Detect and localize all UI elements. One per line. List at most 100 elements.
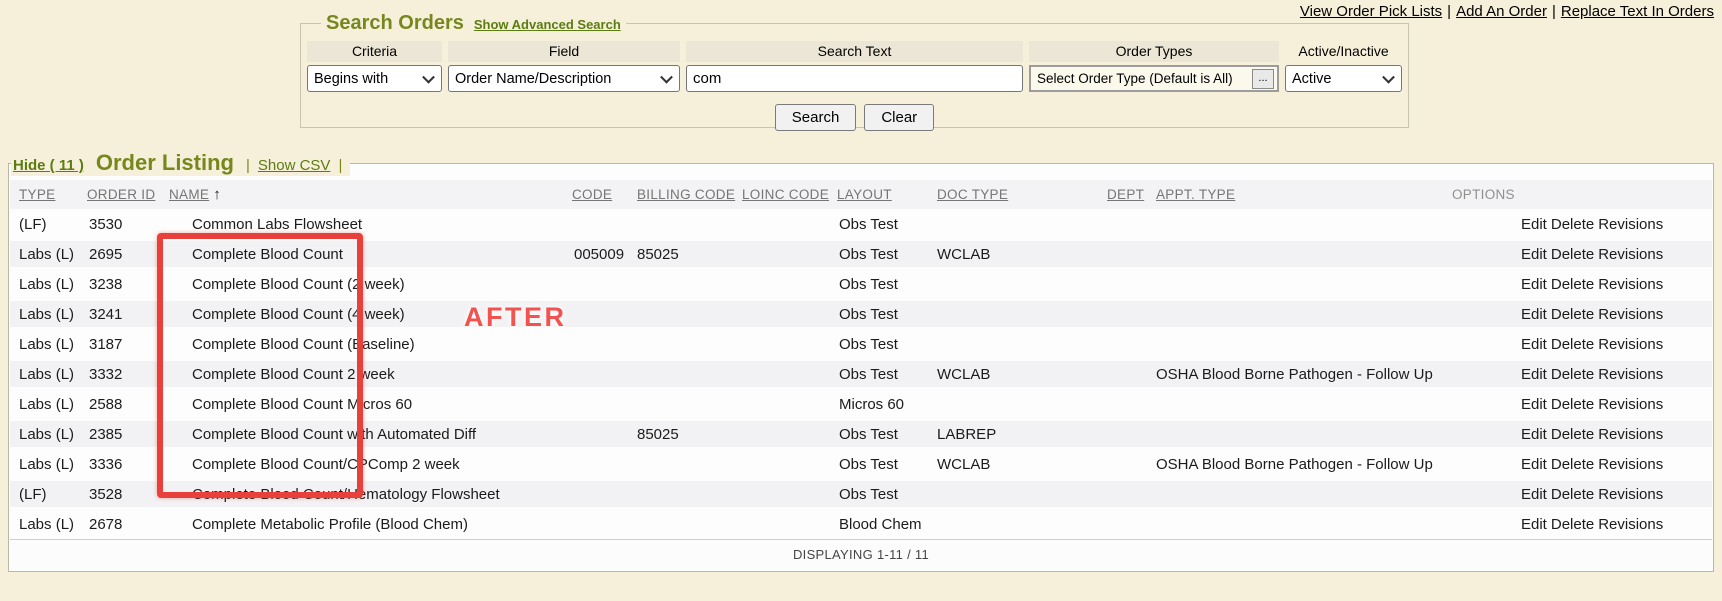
search-text-input[interactable] [686, 65, 1023, 92]
cell-layout: Obs Test [837, 449, 937, 479]
edit-link[interactable]: Edit [1521, 396, 1547, 413]
edit-link[interactable]: Edit [1521, 486, 1547, 503]
cell-name: Complete Metabolic Profile (Blood Chem) [169, 509, 572, 539]
column-header-code[interactable]: CODE [572, 180, 637, 209]
column-header-name[interactable]: NAME↑ [169, 180, 572, 209]
delete-link[interactable]: Delete [1551, 306, 1594, 323]
delete-link[interactable]: Delete [1551, 396, 1594, 413]
delete-link[interactable]: Delete [1551, 456, 1594, 473]
nav-separator: | [1447, 3, 1451, 20]
replace-text-in-orders-link[interactable]: Replace Text In Orders [1561, 3, 1714, 20]
order-types-browse-button[interactable]: ... [1252, 69, 1274, 89]
show-csv-link[interactable]: Show CSV [258, 157, 331, 174]
column-header-appt_type[interactable]: APPT. TYPE [1156, 180, 1452, 209]
column-header-label[interactable]: DOC TYPE [937, 187, 1008, 202]
column-header-label[interactable]: ORDER ID [87, 187, 155, 202]
table-row: Labs (L)3238Complete Blood Count (2 week… [10, 269, 1712, 299]
cell-type: Labs (L) [10, 299, 87, 329]
column-header-label[interactable]: APPT. TYPE [1156, 187, 1235, 202]
edit-link[interactable]: Edit [1521, 366, 1547, 383]
table-row: Labs (L)2385Complete Blood Count with Au… [10, 419, 1712, 449]
column-header-label[interactable]: LOINC CODE [742, 187, 829, 202]
revisions-link[interactable]: Revisions [1598, 456, 1663, 473]
edit-link[interactable]: Edit [1521, 336, 1547, 353]
column-header-label[interactable]: DEPT [1107, 187, 1144, 202]
delete-link[interactable]: Delete [1551, 426, 1594, 443]
cell-appt_type [1156, 419, 1452, 449]
delete-link[interactable]: Delete [1551, 216, 1594, 233]
edit-link[interactable]: Edit [1521, 306, 1547, 323]
delete-link[interactable]: Delete [1551, 516, 1594, 533]
table-row: Labs (L)3336Complete Blood Count/CPComp … [10, 449, 1712, 479]
revisions-link[interactable]: Revisions [1598, 216, 1663, 233]
revisions-link[interactable]: Revisions [1598, 336, 1663, 353]
cell-billing_code [637, 359, 742, 389]
show-advanced-search-link[interactable]: Show Advanced Search [474, 17, 621, 32]
cell-doc_type [937, 299, 1107, 329]
edit-link[interactable]: Edit [1521, 246, 1547, 263]
cell-code [572, 419, 637, 449]
delete-link[interactable]: Delete [1551, 486, 1594, 503]
column-header-label[interactable]: LAYOUT [837, 187, 892, 202]
revisions-link[interactable]: Revisions [1598, 246, 1663, 263]
cell-code [572, 449, 637, 479]
cell-dept [1107, 299, 1156, 329]
cell-options: EditDeleteRevisions [1452, 329, 1712, 359]
delete-link[interactable]: Delete [1551, 366, 1594, 383]
cell-layout: Micros 60 [837, 389, 937, 419]
cell-appt_type: OSHA Blood Borne Pathogen - Follow Up [1156, 449, 1452, 479]
delete-link[interactable]: Delete [1551, 246, 1594, 263]
column-header-layout[interactable]: LAYOUT [837, 180, 937, 209]
search-panel-legend: Search Orders Show Advanced Search [321, 12, 626, 35]
column-header-label[interactable]: NAME [169, 187, 209, 202]
cell-doc_type: LABREP [937, 419, 1107, 449]
delete-link[interactable]: Delete [1551, 276, 1594, 293]
revisions-link[interactable]: Revisions [1598, 306, 1663, 323]
cell-appt_type [1156, 299, 1452, 329]
paging-status: DISPLAYING 1-11 / 11 [10, 539, 1712, 569]
nav-separator: | [1552, 3, 1556, 20]
column-header-billing_code[interactable]: BILLING CODE [637, 180, 742, 209]
cell-options: EditDeleteRevisions [1452, 389, 1712, 419]
edit-link[interactable]: Edit [1521, 456, 1547, 473]
column-header-order_id[interactable]: ORDER ID [87, 180, 169, 209]
cell-appt_type: OSHA Blood Borne Pathogen - Follow Up [1156, 359, 1452, 389]
cell-order_id: 2588 [87, 389, 169, 419]
search-button[interactable]: Search [775, 104, 857, 131]
revisions-link[interactable]: Revisions [1598, 396, 1663, 413]
edit-link[interactable]: Edit [1521, 426, 1547, 443]
search-form-headers: Criteria Field Search Text Order Types A… [307, 41, 1402, 62]
cell-dept [1107, 359, 1156, 389]
order-types-picker[interactable]: Select Order Type (Default is All) ... [1029, 65, 1279, 92]
table-row: Labs (L)3332Complete Blood Count 2 weekO… [10, 359, 1712, 389]
column-header-loinc_code[interactable]: LOINC CODE [742, 180, 837, 209]
column-header-label[interactable]: TYPE [19, 187, 55, 202]
cell-doc_type [937, 269, 1107, 299]
cell-appt_type [1156, 209, 1452, 239]
order-listing-legend: Hide ( 11 ) Order Listing | Show CSV | [11, 150, 350, 176]
column-header-doc_type[interactable]: DOC TYPE [937, 180, 1107, 209]
clear-button[interactable]: Clear [864, 104, 934, 131]
revisions-link[interactable]: Revisions [1598, 516, 1663, 533]
criteria-select[interactable]: Begins with [307, 65, 442, 92]
revisions-link[interactable]: Revisions [1598, 426, 1663, 443]
edit-link[interactable]: Edit [1521, 276, 1547, 293]
cell-order_id: 3336 [87, 449, 169, 479]
revisions-link[interactable]: Revisions [1598, 486, 1663, 503]
cell-billing_code [637, 389, 742, 419]
active-inactive-select[interactable]: Active [1285, 65, 1402, 92]
column-header-label[interactable]: BILLING CODE [637, 187, 735, 202]
revisions-link[interactable]: Revisions [1598, 366, 1663, 383]
cell-dept [1107, 449, 1156, 479]
column-header-label[interactable]: CODE [572, 187, 612, 202]
column-header-dept[interactable]: DEPT [1107, 180, 1156, 209]
field-select[interactable]: Order Name/Description [448, 65, 680, 92]
cell-layout: Obs Test [837, 329, 937, 359]
revisions-link[interactable]: Revisions [1598, 276, 1663, 293]
edit-link[interactable]: Edit [1521, 216, 1547, 233]
edit-link[interactable]: Edit [1521, 516, 1547, 533]
column-header-type[interactable]: TYPE [10, 180, 87, 209]
hide-listing-link[interactable]: Hide ( 11 ) [13, 157, 84, 174]
delete-link[interactable]: Delete [1551, 336, 1594, 353]
add-an-order-link[interactable]: Add An Order [1456, 3, 1547, 20]
